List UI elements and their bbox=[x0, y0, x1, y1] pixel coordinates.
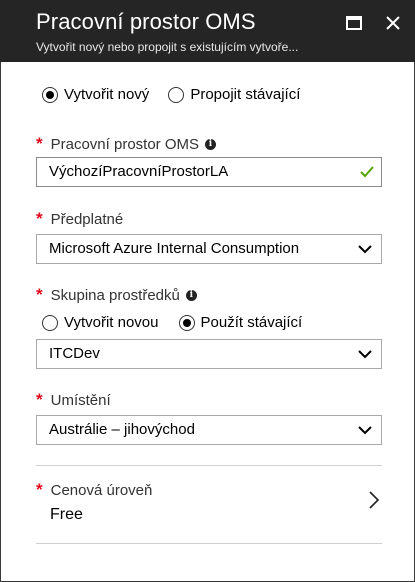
workspace-label-row: * Pracovní prostor OMS i bbox=[36, 134, 217, 154]
radio-link-existing-label[interactable]: Propojit stávající bbox=[190, 86, 300, 103]
resource-group-value: ITCDev bbox=[49, 345, 100, 362]
location-dropdown[interactable]: Austrálie – jihovýchod bbox=[36, 415, 382, 445]
pricing-tier-selector[interactable]: * Cenová úroveň Free bbox=[36, 472, 382, 542]
chevron-down-icon bbox=[358, 426, 372, 435]
workspace-label: Pracovní prostor OMS bbox=[50, 135, 200, 153]
info-icon[interactable]: i bbox=[185, 289, 197, 301]
resource-group-label: Skupina prostředků bbox=[50, 286, 180, 304]
required-marker: * bbox=[36, 209, 43, 228]
location-label: Umístění bbox=[50, 391, 111, 409]
workspace-name-input[interactable]: VýchozíPracovníProstorLA bbox=[36, 157, 382, 187]
divider bbox=[36, 543, 382, 544]
required-marker: * bbox=[36, 480, 43, 499]
radio-create-new-group-label[interactable]: Vytvořit novou bbox=[64, 314, 159, 331]
location-value: Austrálie – jihovýchod bbox=[49, 421, 195, 438]
maximize-icon[interactable] bbox=[345, 14, 363, 32]
resource-group-dropdown[interactable]: ITCDev bbox=[36, 339, 382, 369]
required-marker: * bbox=[36, 285, 43, 304]
blade-title: Pracovní prostor OMS bbox=[36, 9, 256, 34]
radio-create-new-group[interactable] bbox=[42, 314, 58, 331]
radio-create-new[interactable] bbox=[42, 86, 58, 103]
radio-link-existing[interactable] bbox=[168, 86, 185, 103]
subscription-dropdown[interactable]: Microsoft Azure Internal Consumption bbox=[36, 234, 382, 264]
pricing-tier-label: Cenová úroveň bbox=[50, 481, 153, 499]
subscription-label: Předplatné bbox=[50, 210, 124, 228]
subscription-label-row: * Předplatné bbox=[36, 209, 123, 229]
close-icon[interactable] bbox=[384, 14, 402, 32]
radio-create-new-label[interactable]: Vytvořit nový bbox=[64, 86, 149, 103]
resource-group-label-row: * Skupina prostředků i bbox=[36, 285, 197, 305]
pricing-tier-value: Free bbox=[50, 506, 83, 523]
subscription-value: Microsoft Azure Internal Consumption bbox=[49, 240, 300, 257]
chevron-down-icon bbox=[358, 245, 372, 254]
divider bbox=[36, 465, 382, 466]
radio-use-existing-group[interactable] bbox=[178, 314, 195, 331]
checkmark-icon bbox=[360, 166, 374, 178]
chevron-down-icon bbox=[358, 350, 372, 359]
location-label-row: * Umístění bbox=[36, 390, 111, 410]
info-icon[interactable]: i bbox=[205, 138, 217, 150]
blade-header: Pracovní prostor OMS Vytvořit nový nebo … bbox=[0, 0, 415, 62]
chevron-right-icon bbox=[369, 491, 380, 509]
mode-radio-group: Vytvořit nový Propojit stávající bbox=[42, 86, 300, 103]
resource-group-radio-group: Vytvořit novou Použít stávající bbox=[42, 314, 302, 331]
required-marker: * bbox=[36, 390, 43, 409]
blade-subtitle: Vytvořit nový nebo propojit s existující… bbox=[36, 40, 299, 54]
workspace-name-value: VýchozíPracovníProstorLA bbox=[49, 163, 229, 180]
required-marker: * bbox=[36, 134, 43, 153]
radio-use-existing-group-label[interactable]: Použít stávající bbox=[201, 314, 303, 331]
pricing-tier-label-row: * Cenová úroveň bbox=[36, 480, 152, 500]
